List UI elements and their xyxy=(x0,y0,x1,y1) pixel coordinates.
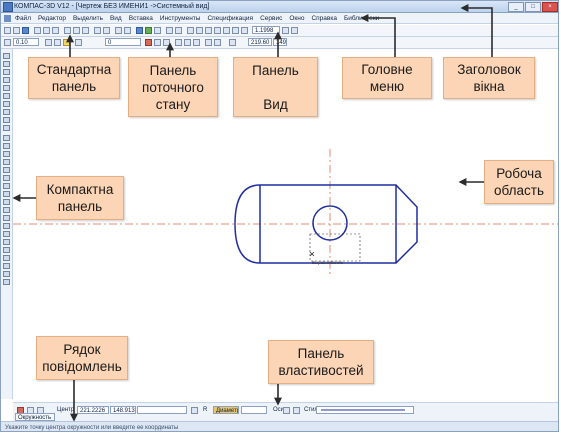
callout-work-area: Робоча область xyxy=(484,160,554,204)
callout-state-panel: Панель поточного стану xyxy=(128,57,218,117)
callout-properties-panel: Панель властивостей xyxy=(268,340,374,384)
callout-message-row: Рядок повідомлень xyxy=(36,336,128,380)
callout-window-title: Заголовок вікна xyxy=(443,57,535,99)
callout-main-menu: Головне меню xyxy=(342,57,432,99)
callout-compact-panel: Компактна панель xyxy=(36,176,124,220)
callout-standard-panel: Стандартна панель xyxy=(28,57,120,99)
callout-view-panel: Панель Вид xyxy=(233,57,318,117)
arrow-main-menu xyxy=(360,14,396,58)
arrow-window-title xyxy=(460,4,493,58)
